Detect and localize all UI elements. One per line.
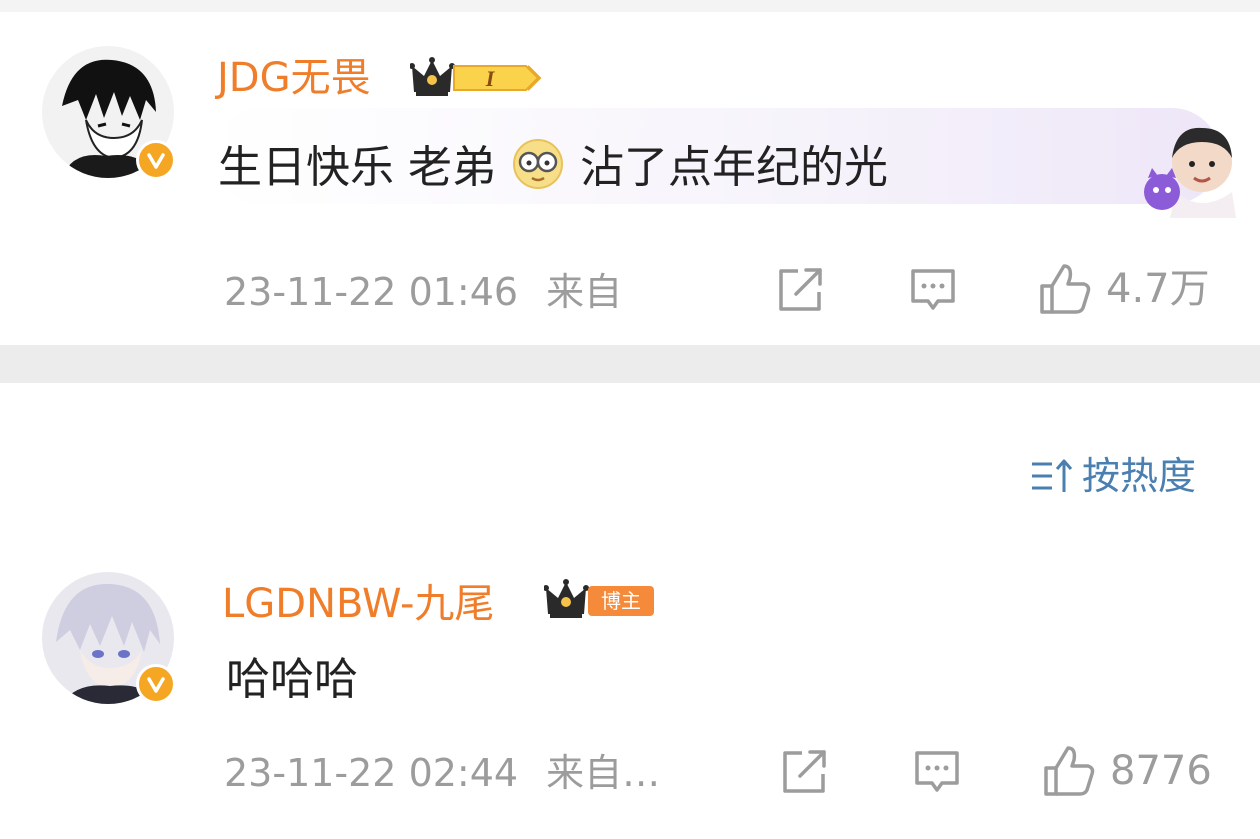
comment-text-part: 生日快乐 老弟	[218, 142, 496, 193]
thumbs-up-icon	[1040, 264, 1091, 314]
share-button[interactable]	[776, 266, 826, 314]
like-count: 4.7万	[1106, 266, 1210, 312]
timestamp-value: 23-11-22 01:46	[224, 270, 519, 314]
comment-text: 哈哈哈	[226, 654, 358, 705]
sticker-image	[1144, 127, 1236, 218]
like-count: 8776	[1110, 748, 1212, 794]
thumbs-up-icon	[1044, 746, 1095, 796]
username[interactable]: LGDNBW-九尾	[222, 584, 494, 624]
like-button[interactable]: 4.7万	[1038, 262, 1210, 316]
timestamp: 23-11-22 02:44 来自…	[224, 754, 660, 792]
glasses-face-emoji-icon	[510, 136, 566, 200]
username[interactable]: JDG无畏	[217, 58, 371, 98]
comment-icon	[911, 269, 955, 310]
comment-text: 生日快乐 老弟 沾了点年纪的光	[218, 136, 888, 200]
sort-label: 按热度	[1082, 454, 1197, 498]
section-divider	[0, 345, 1260, 383]
comment-item: LGDNBW-九尾 博主 哈哈哈 23-11-22 02:44 来自… 8776	[0, 560, 1260, 839]
blogger-badge: 博主	[543, 576, 658, 622]
badge-label: 博主	[601, 589, 641, 613]
comment-text-part: 沾了点年纪的光	[580, 142, 888, 193]
member-badge: I	[409, 54, 544, 100]
like-button[interactable]: 8776	[1042, 744, 1212, 798]
reply-button[interactable]	[912, 748, 962, 796]
sort-toggle[interactable]: 按热度	[1030, 456, 1196, 496]
timestamp-value: 23-11-22 02:44	[224, 751, 519, 795]
source-label: 来自…	[546, 751, 661, 795]
source-label: 来自	[546, 270, 623, 314]
share-icon	[783, 750, 826, 793]
verified-icon	[136, 664, 176, 704]
timestamp: 23-11-22 01:46 来自	[224, 273, 622, 311]
share-icon	[779, 268, 822, 311]
share-button[interactable]	[780, 748, 830, 796]
comment-icon	[915, 751, 959, 792]
sort-icon	[1032, 459, 1073, 492]
comment-item: JDG无畏 I 生日快乐 老弟 沾了点年纪的光 23-11-22 01:46 来…	[0, 0, 1260, 345]
badge-level: I	[485, 66, 496, 91]
reply-button[interactable]	[908, 266, 958, 314]
verified-icon	[136, 140, 176, 180]
